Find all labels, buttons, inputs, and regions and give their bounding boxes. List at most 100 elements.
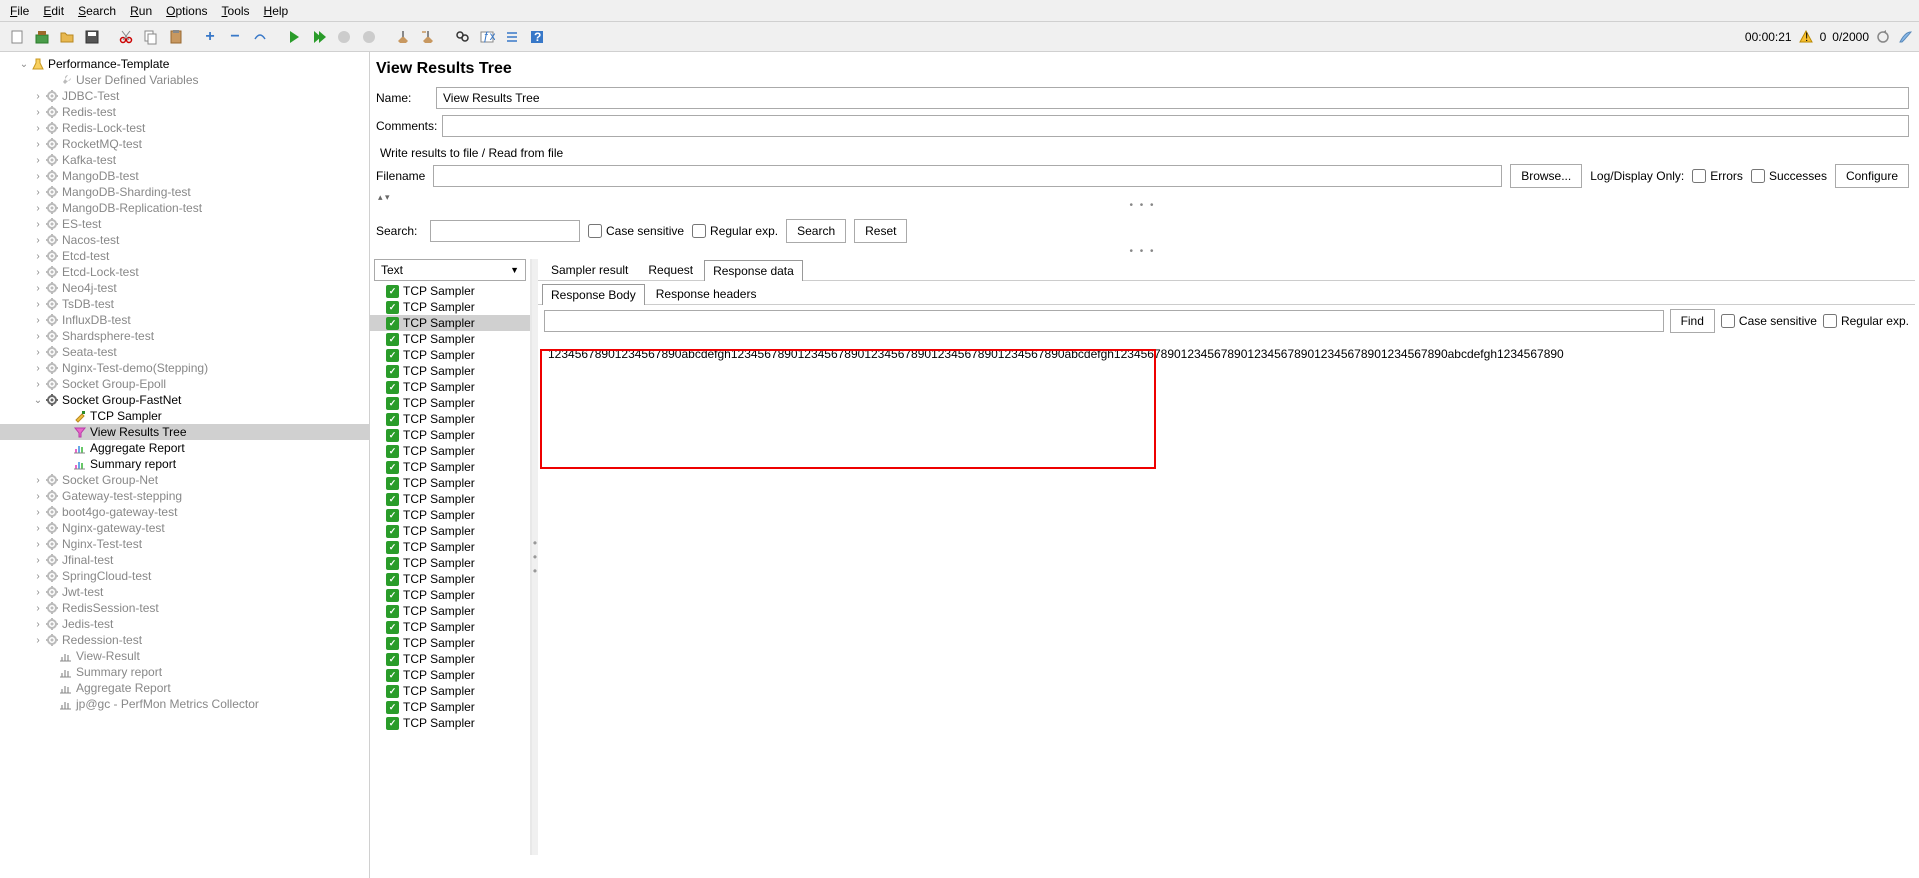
tree-toggle-icon[interactable]: › [32, 139, 44, 150]
tree-item[interactable]: ›Gateway-test-stepping [0, 488, 369, 504]
tree-item[interactable]: Aggregate Report [0, 680, 369, 696]
filename-input[interactable] [433, 165, 1502, 187]
tree-toggle-icon[interactable]: › [32, 203, 44, 214]
tree-toggle-icon[interactable]: › [32, 299, 44, 310]
result-item[interactable]: TCP Sampler [370, 475, 530, 491]
tree-toggle-icon[interactable]: › [32, 251, 44, 262]
tree-toggle-icon[interactable]: › [32, 347, 44, 358]
tree-item[interactable]: ⌄Socket Group-FastNet [0, 392, 369, 408]
tree-toggle-icon[interactable]: › [32, 331, 44, 342]
tree-item[interactable]: ›ES-test [0, 216, 369, 232]
tree-item[interactable]: ›Jedis-test [0, 616, 369, 632]
menu-options[interactable]: Options [160, 2, 213, 20]
tree-toggle-icon[interactable]: › [32, 315, 44, 326]
find-regex-checkbox[interactable]: Regular exp. [1823, 314, 1909, 328]
tree-item[interactable]: ⌄Performance-Template [0, 56, 369, 72]
tree-item[interactable]: ›Nginx-gateway-test [0, 520, 369, 536]
result-item[interactable]: TCP Sampler [370, 715, 530, 731]
result-item[interactable]: TCP Sampler [370, 523, 530, 539]
tree-item[interactable]: View Results Tree [0, 424, 369, 440]
tree-item[interactable]: ›RocketMQ-test [0, 136, 369, 152]
menu-file[interactable]: File [4, 2, 35, 20]
splitter-dots-1[interactable]: • • • [370, 203, 1915, 213]
result-item[interactable]: TCP Sampler [370, 283, 530, 299]
stop-icon[interactable] [333, 26, 355, 48]
menu-edit[interactable]: Edit [37, 2, 70, 20]
tree-toggle-icon[interactable]: › [32, 507, 44, 518]
tree-toggle-icon[interactable]: › [32, 635, 44, 646]
renderer-select[interactable]: Text▼ [374, 259, 526, 281]
tree-item[interactable]: ›MangoDB-test [0, 168, 369, 184]
tree-item[interactable]: ›SpringCloud-test [0, 568, 369, 584]
configure-button[interactable]: Configure [1835, 164, 1909, 188]
result-item[interactable]: TCP Sampler [370, 347, 530, 363]
tree-item[interactable]: ›Nginx-Test-test [0, 536, 369, 552]
new-file-icon[interactable] [6, 26, 28, 48]
tree-toggle-icon[interactable]: › [32, 171, 44, 182]
tree-item[interactable]: ›Redis-Lock-test [0, 120, 369, 136]
tree-toggle-icon[interactable]: › [32, 539, 44, 550]
run-icon[interactable] [283, 26, 305, 48]
tree-toggle-icon[interactable]: ⌄ [32, 395, 44, 406]
result-item[interactable]: TCP Sampler [370, 587, 530, 603]
tree-item[interactable]: ›Socket Group-Epoll [0, 376, 369, 392]
tree-item[interactable]: TCP Sampler [0, 408, 369, 424]
result-item[interactable]: TCP Sampler [370, 619, 530, 635]
tab-sampler-result[interactable]: Sampler result [542, 259, 637, 280]
result-item[interactable]: TCP Sampler [370, 571, 530, 587]
tree-toggle-icon[interactable]: › [32, 491, 44, 502]
tree-item[interactable]: ›Etcd-test [0, 248, 369, 264]
save-icon[interactable] [81, 26, 103, 48]
successes-checkbox[interactable]: Successes [1751, 169, 1827, 183]
list-icon[interactable] [501, 26, 523, 48]
search-regex-checkbox[interactable]: Regular exp. [692, 224, 778, 238]
browse-button[interactable]: Browse... [1510, 164, 1582, 188]
result-item[interactable]: TCP Sampler [370, 427, 530, 443]
tree-item[interactable]: ›Socket Group-Net [0, 472, 369, 488]
tab-request[interactable]: Request [639, 259, 702, 280]
tree-item[interactable]: ›Jfinal-test [0, 552, 369, 568]
result-item[interactable]: TCP Sampler [370, 683, 530, 699]
tree-item[interactable]: ›boot4go-gateway-test [0, 504, 369, 520]
help-icon[interactable]: ? [526, 26, 548, 48]
shutdown-icon[interactable] [358, 26, 380, 48]
tree-toggle-icon[interactable]: › [32, 267, 44, 278]
cut-icon[interactable] [115, 26, 137, 48]
collapse-icon[interactable]: − [224, 26, 246, 48]
tree-toggle-icon[interactable]: › [32, 603, 44, 614]
tree-item[interactable]: Summary report [0, 664, 369, 680]
tree-toggle-icon[interactable]: › [32, 187, 44, 198]
tree-toggle-icon[interactable]: › [32, 363, 44, 374]
result-item[interactable]: TCP Sampler [370, 635, 530, 651]
tree-item[interactable]: ›Redession-test [0, 632, 369, 648]
tree-item[interactable]: ›MangoDB-Replication-test [0, 200, 369, 216]
paste-icon[interactable] [165, 26, 187, 48]
menu-search[interactable]: Search [72, 2, 122, 20]
menu-run[interactable]: Run [124, 2, 158, 20]
tree-toggle-icon[interactable]: › [32, 107, 44, 118]
menu-tools[interactable]: Tools [216, 2, 256, 20]
tree-toggle-icon[interactable]: › [32, 619, 44, 630]
tree-toggle-icon[interactable]: › [32, 235, 44, 246]
tree-item[interactable]: Summary report [0, 456, 369, 472]
templates-icon[interactable] [31, 26, 53, 48]
menu-help[interactable]: Help [258, 2, 295, 20]
search-icon[interactable] [451, 26, 473, 48]
search-button[interactable]: Search [786, 219, 846, 243]
tree-item[interactable]: View-Result [0, 648, 369, 664]
subtab-response-headers[interactable]: Response headers [647, 283, 766, 304]
tree-item[interactable]: ›Shardsphere-test [0, 328, 369, 344]
result-item[interactable]: TCP Sampler [370, 603, 530, 619]
result-item[interactable]: TCP Sampler [370, 443, 530, 459]
tree-item[interactable]: User Defined Variables [0, 72, 369, 88]
tree-item[interactable]: jp@gc - PerfMon Metrics Collector [0, 696, 369, 712]
tree-toggle-icon[interactable]: › [32, 523, 44, 534]
errors-checkbox[interactable]: Errors [1692, 169, 1743, 183]
reset-button[interactable]: Reset [854, 219, 907, 243]
name-input[interactable] [436, 87, 1909, 109]
run-norestart-icon[interactable] [308, 26, 330, 48]
result-item[interactable]: TCP Sampler [370, 299, 530, 315]
tree-toggle-icon[interactable]: › [32, 91, 44, 102]
tree-toggle-icon[interactable]: ⌄ [18, 59, 30, 70]
tree-toggle-icon[interactable]: › [32, 555, 44, 566]
